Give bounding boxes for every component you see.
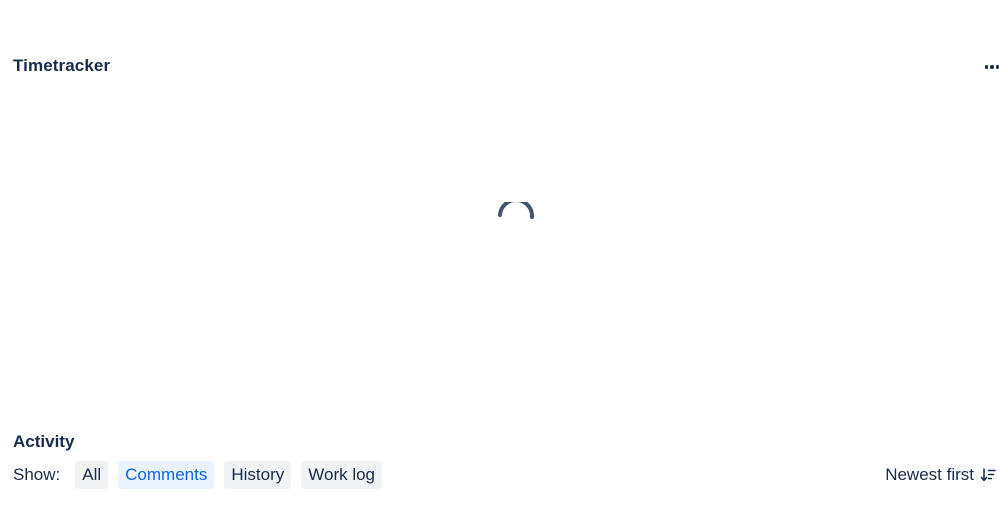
more-actions-button[interactable]: [983, 54, 999, 80]
sort-descending-icon: [980, 468, 996, 482]
more-horizontal-icon: [990, 65, 994, 69]
filter-history-button[interactable]: History: [224, 461, 292, 489]
activity-title: Activity: [13, 432, 75, 451]
timetracker-header: Timetracker: [13, 54, 999, 80]
filter-all-button[interactable]: All: [75, 461, 109, 489]
timetracker-title: Timetracker: [13, 56, 111, 75]
filter-work-log-button[interactable]: Work log: [301, 461, 383, 489]
loading-spinner-icon: [498, 202, 535, 219]
sort-order-button[interactable]: Newest first: [885, 461, 996, 489]
sort-label: Newest first: [885, 465, 974, 484]
issue-panel: Timetracker Activity Show: All Comments …: [0, 0, 999, 514]
filter-comments-button[interactable]: Comments: [118, 461, 215, 489]
show-label: Show:: [13, 465, 61, 484]
more-horizontal-icon: [995, 65, 999, 69]
activity-filter-row: Show: All Comments History Work log: [13, 461, 392, 489]
more-horizontal-icon: [984, 65, 988, 69]
